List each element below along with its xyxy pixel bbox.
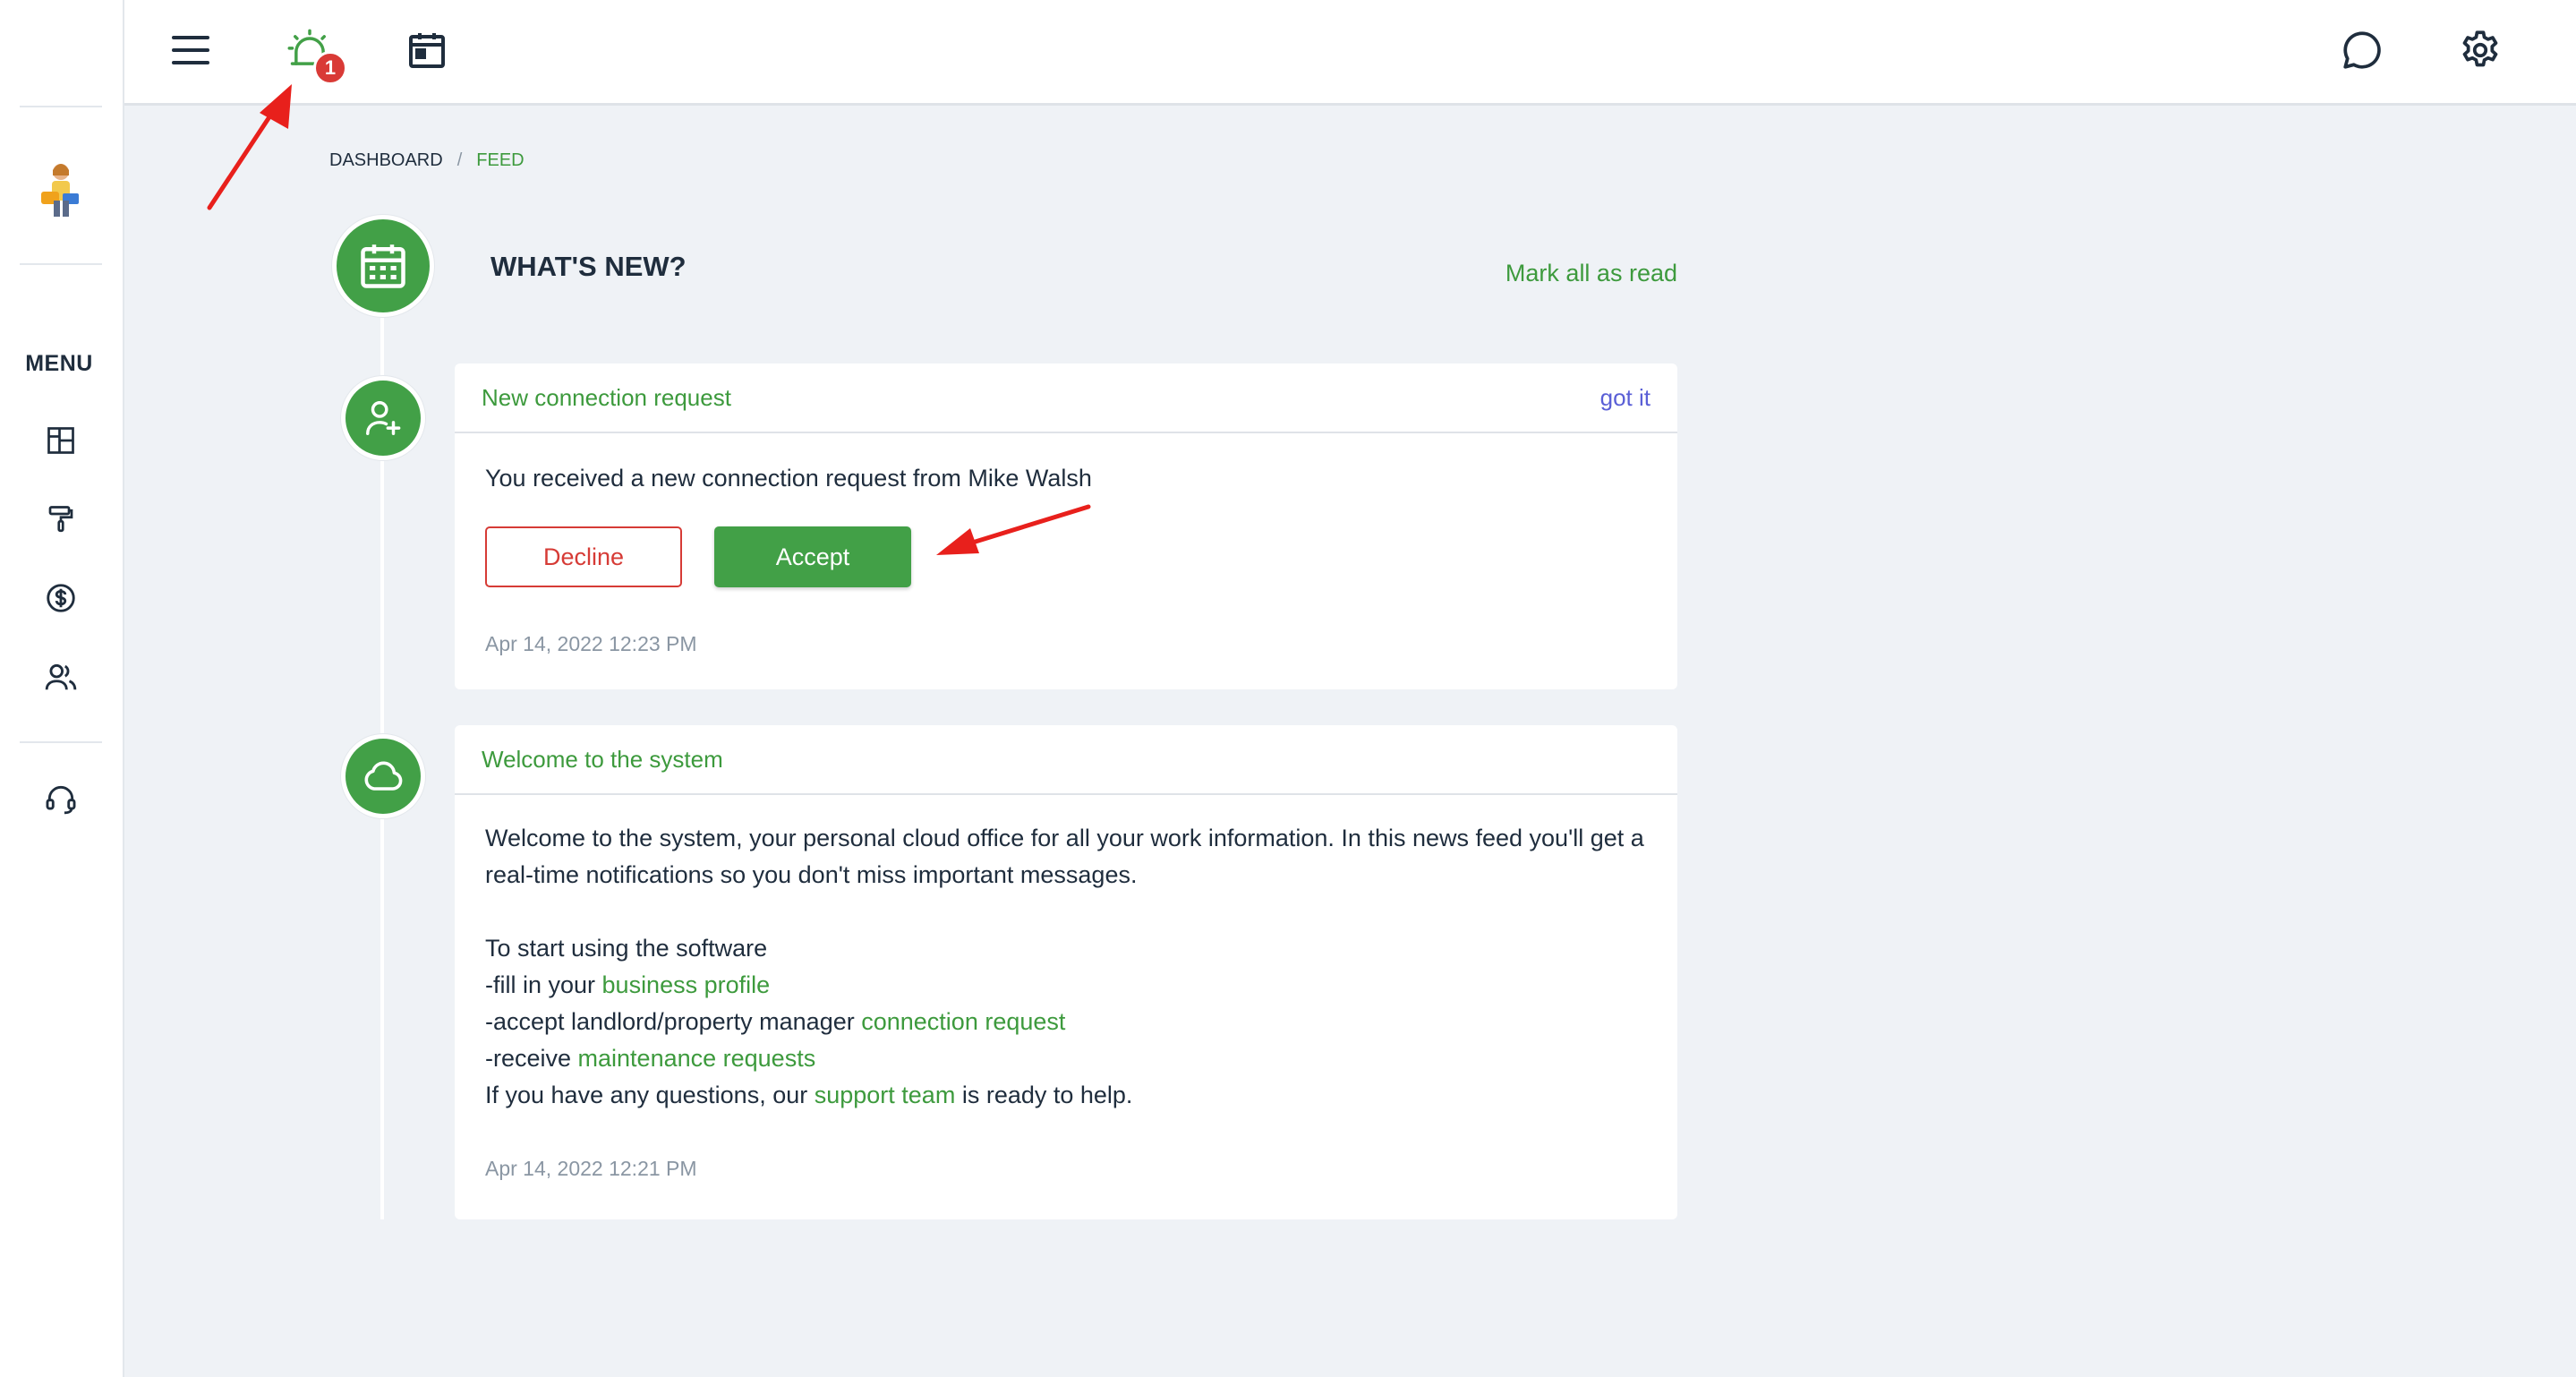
welcome-node [341, 734, 425, 818]
headset-icon[interactable] [39, 777, 82, 820]
menu-label: MENU [25, 351, 93, 376]
step-text: -receive [485, 1045, 578, 1072]
support-team-link[interactable]: support team [815, 1082, 956, 1108]
paint-roller-icon[interactable] [39, 498, 82, 541]
gear-icon[interactable] [2453, 23, 2507, 77]
calendar-icon [361, 244, 405, 288]
layout-icon[interactable] [39, 419, 82, 462]
mark-all-read-link[interactable]: Mark all as read [1506, 260, 1677, 287]
step-business-profile: -fill in your business profile [485, 967, 1647, 1004]
hamburger-icon[interactable] [164, 23, 218, 77]
sidebar: MENU [0, 0, 124, 1377]
card-header: New connection request got it [455, 363, 1677, 433]
card-title: Welcome to the system [482, 745, 723, 773]
avatar[interactable] [36, 159, 86, 220]
card-date: Apr 14, 2022 12:21 PM [485, 1157, 697, 1180]
connection-request-card: New connection request got it You receiv… [455, 363, 1677, 689]
breadcrumb: DASHBOARD / FEED [329, 150, 525, 171]
users-icon[interactable] [39, 655, 82, 698]
breadcrumb-feed: FEED [476, 150, 525, 170]
maintenance-requests-link[interactable]: maintenance requests [578, 1045, 816, 1072]
chat-icon[interactable] [2335, 23, 2389, 77]
welcome-intro: Welcome to the system, your personal clo… [485, 825, 1644, 888]
breadcrumb-separator: / [456, 150, 463, 170]
decline-button[interactable]: Decline [485, 526, 682, 587]
card-title: New connection request [482, 383, 731, 411]
sidebar-divider [20, 741, 102, 743]
feed-calendar-node [332, 215, 434, 317]
connection-request-node [341, 376, 425, 460]
step-text: -fill in your [485, 971, 602, 998]
help-text: If you have any questions, our [485, 1082, 815, 1108]
dollar-icon[interactable] [39, 577, 82, 620]
cloud-icon [364, 761, 403, 791]
user-plus-icon [366, 401, 401, 435]
start-line: To start using the software [485, 935, 768, 962]
accept-button[interactable]: Accept [714, 526, 911, 587]
feed-title: WHAT'S NEW? [490, 251, 687, 282]
help-text: is ready to help. [955, 1082, 1133, 1108]
welcome-card: Welcome to the system Welcome to the sys… [455, 725, 1677, 1219]
calendar-icon[interactable] [400, 23, 454, 77]
topbar [124, 0, 2576, 106]
step-connection-request: -accept landlord/property manager connec… [485, 1004, 1647, 1040]
sidebar-divider [20, 106, 102, 107]
step-maintenance-requests: -receive maintenance requests [485, 1040, 1647, 1077]
breadcrumb-dashboard[interactable]: DASHBOARD [329, 150, 443, 171]
connection-request-link[interactable]: connection request [861, 1008, 1065, 1035]
sidebar-divider [20, 263, 102, 265]
got-it-link[interactable]: got it [1600, 384, 1651, 412]
help-line: If you have any questions, our support t… [485, 1077, 1647, 1114]
notification-badge: 1 [313, 51, 347, 85]
card-header: Welcome to the system [455, 725, 1677, 795]
business-profile-link[interactable]: business profile [602, 971, 771, 998]
card-date: Apr 14, 2022 12:23 PM [485, 632, 697, 655]
card-message: You received a new connection request fr… [485, 465, 1092, 492]
step-text: -accept landlord/property manager [485, 1008, 862, 1035]
